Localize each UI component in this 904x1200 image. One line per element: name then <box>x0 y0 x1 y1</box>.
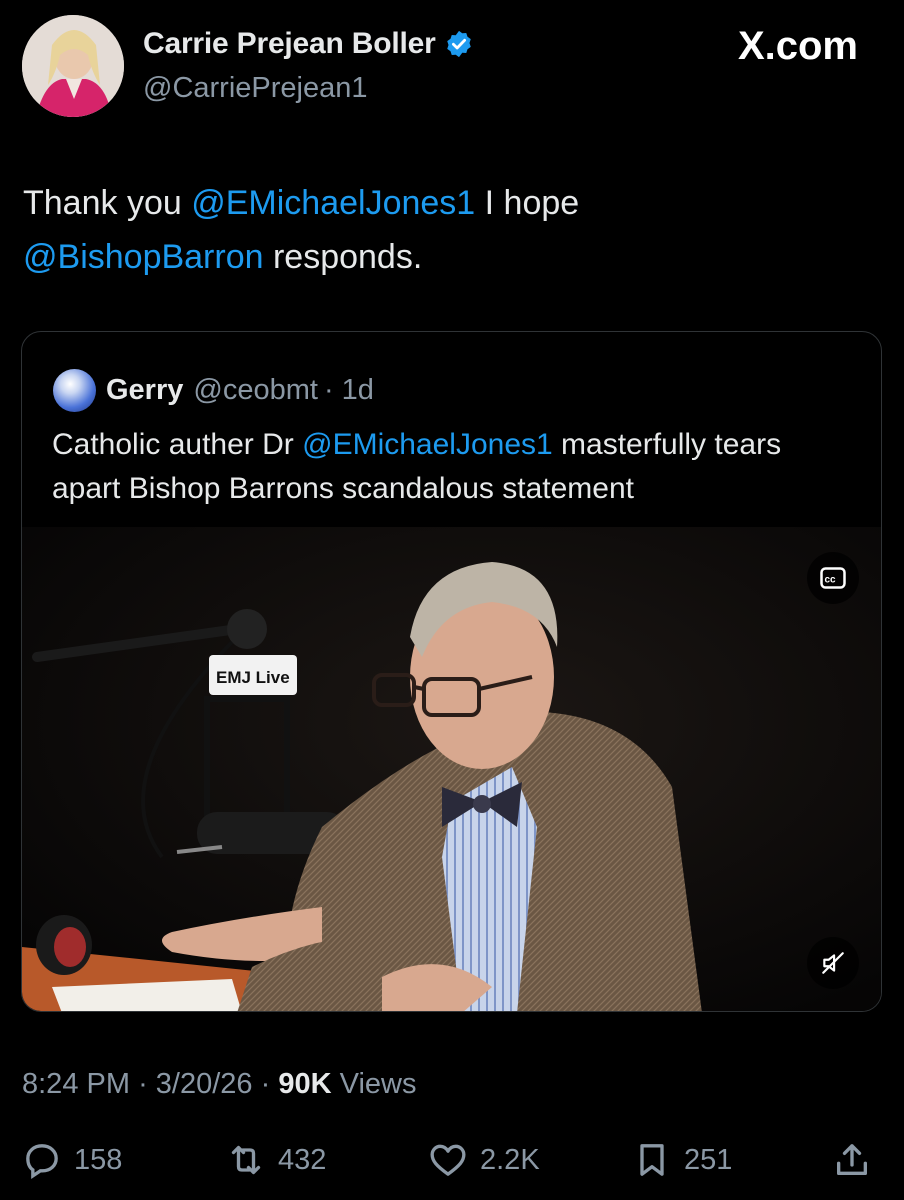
share-button[interactable] <box>832 1140 872 1180</box>
author-display-name[interactable]: Carrie Prejean Boller <box>143 27 436 61</box>
svg-text:cc: cc <box>825 575 837 586</box>
tweet-text: Thank you @EMichaelJones1 I hope @Bishop… <box>23 184 580 276</box>
video-player[interactable]: EMJ Live cc <box>22 527 881 1011</box>
views-count: 90K <box>278 1068 332 1100</box>
quote-author-handle[interactable]: @ceobmt <box>193 374 318 407</box>
author-avatar[interactable] <box>22 15 124 117</box>
overlay-sign-text: EMJ Live <box>216 668 290 687</box>
mention-link[interactable]: @BishopBarron <box>23 238 264 276</box>
quote-author-name[interactable]: Gerry <box>106 374 183 407</box>
action-bar: 158 432 2.2K 251 <box>0 1140 904 1195</box>
mention-link[interactable]: @EMichaelJones1 <box>302 428 553 461</box>
repost-button[interactable]: 432 <box>226 1140 326 1180</box>
heart-icon <box>430 1144 466 1176</box>
closed-captions-icon: cc <box>820 567 846 589</box>
repost-icon <box>231 1145 261 1175</box>
video-frame: EMJ Live <box>22 527 881 1011</box>
closed-captions-button[interactable]: cc <box>807 552 859 604</box>
tweet-time[interactable]: 8:24 PM <box>22 1068 130 1100</box>
bookmark-button[interactable]: 251 <box>632 1140 732 1180</box>
quoted-tweet-card[interactable]: Gerry @ceobmt · 1d Catholic auther Dr @E… <box>21 331 882 1012</box>
quote-author-avatar[interactable] <box>53 369 96 412</box>
like-button[interactable]: 2.2K <box>428 1140 540 1180</box>
source-label: X.com <box>737 24 858 68</box>
mute-button[interactable] <box>807 937 859 989</box>
share-icon <box>837 1144 867 1175</box>
author-handle[interactable]: @CarriePrejean1 <box>143 72 367 105</box>
tweet-meta: 8:24 PM · 3/20/26 · 90K Views <box>22 1068 417 1100</box>
like-count: 2.2K <box>480 1143 540 1176</box>
mention-link[interactable]: @EMichaelJones1 <box>191 184 475 222</box>
muted-speaker-icon <box>822 952 844 974</box>
quote-timestamp: · 1d <box>323 374 374 406</box>
tweet-date[interactable]: 3/20/26 <box>156 1068 253 1100</box>
repost-count: 432 <box>278 1143 327 1176</box>
reply-count: 158 <box>74 1143 123 1176</box>
bookmark-count: 251 <box>684 1143 733 1176</box>
reply-icon <box>26 1144 58 1179</box>
reply-button[interactable]: 158 <box>22 1140 122 1180</box>
views-label: Views <box>339 1068 417 1100</box>
quote-text: Catholic auther Dr @EMichaelJones1 maste… <box>52 428 782 505</box>
verified-badge-icon <box>444 29 474 59</box>
bookmark-icon <box>640 1144 664 1176</box>
